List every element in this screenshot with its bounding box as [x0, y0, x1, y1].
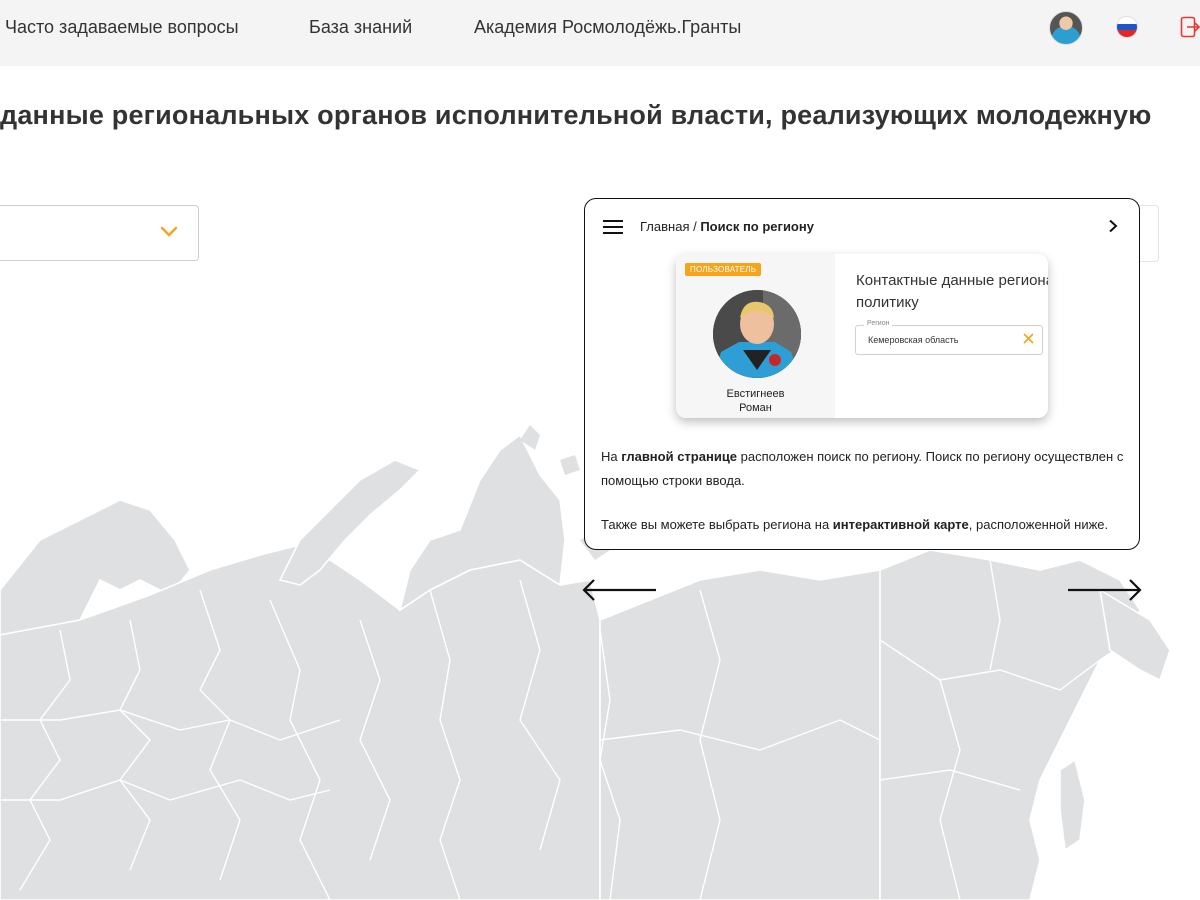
tour-next-arrow-icon[interactable]	[1066, 578, 1146, 602]
chevron-down-icon	[160, 226, 178, 237]
chevron-right-icon[interactable]	[1107, 219, 1119, 233]
top-navigation: Часто задаваемые вопросы База знаний Ака…	[0, 0, 1200, 66]
nav-knowledge-base-link[interactable]: База знаний	[309, 17, 412, 38]
russian-flag-icon[interactable]	[1117, 17, 1137, 37]
tour-paragraph-1: На главной странице расположен поиск по …	[601, 449, 1124, 488]
clear-icon	[1023, 333, 1034, 344]
logout-icon[interactable]	[1180, 16, 1200, 38]
breadcrumb-home[interactable]: Главная /	[640, 219, 700, 234]
breadcrumb-current: Поиск по региону	[700, 219, 814, 234]
preview-title: Контактные данные региона политику	[856, 272, 1048, 311]
tour-prev-arrow-icon[interactable]	[580, 578, 660, 602]
user-role-badge: ПОЛЬЗОВАТЕЛЬ	[685, 263, 762, 276]
user-photo	[713, 290, 801, 378]
page-title: данные региональных органов исполнительн…	[0, 100, 1152, 130]
preview-region-field: Регион Кемеровская область	[855, 320, 1043, 355]
tour-preview-image: ПОЛЬЗОВАТЕЛЬ Евстигнеев Роман Контактные…	[676, 254, 1048, 418]
map-region	[879, 549, 1141, 900]
user-avatar[interactable]	[1049, 11, 1083, 45]
menu-icon[interactable]	[603, 220, 623, 234]
onboarding-tour-popup: Главная / Поиск по региону ПОЛЬЗОВАТЕЛЬ …	[584, 198, 1140, 550]
map-region	[278, 459, 422, 586]
tour-description: На главной странице расположен поиск по …	[601, 445, 1126, 537]
region-select[interactable]	[0, 205, 199, 261]
preview-field-label: Регион	[864, 320, 893, 327]
user-card: ПОЛЬЗОВАТЕЛЬ Евстигнеев Роман	[676, 254, 835, 418]
preview-field-value: Кемеровская область	[868, 335, 959, 345]
nav-academy-link[interactable]: Академия Росмолодёжь.Гранты	[474, 17, 741, 38]
tour-paragraph-2: Также вы можете выбрать региона на интер…	[601, 517, 1109, 532]
map-region	[1059, 758, 1086, 852]
breadcrumb: Главная / Поиск по региону	[640, 219, 814, 234]
nav-faq-link[interactable]: Часто задаваемые вопросы	[5, 17, 239, 38]
user-name: Евстигнеев Роман	[726, 388, 785, 414]
